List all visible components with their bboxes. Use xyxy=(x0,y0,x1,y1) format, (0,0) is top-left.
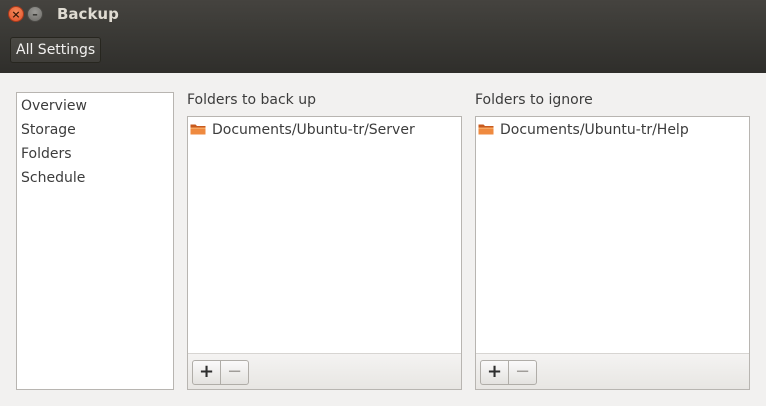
backup-folders-list: Documents/Ubuntu-tr/Server + − xyxy=(187,116,462,390)
close-window-button[interactable]: × xyxy=(8,6,24,22)
backup-folder-label: Documents/Ubuntu-tr/Server xyxy=(212,122,415,138)
header-toolbar: All Settings xyxy=(0,28,766,73)
ignore-folder-item[interactable]: Documents/Ubuntu-tr/Help xyxy=(478,119,689,141)
window-title: Backup xyxy=(57,5,119,23)
sidebar-item-folders[interactable]: Folders xyxy=(17,142,173,166)
ignore-list-toolbar: + − xyxy=(476,353,749,389)
backup-folders-heading: Folders to back up xyxy=(187,92,316,108)
folder-icon xyxy=(478,123,494,135)
add-ignore-folder-button[interactable]: + xyxy=(480,360,509,385)
backup-list-toolbar: + − xyxy=(188,353,461,389)
all-settings-button[interactable]: All Settings xyxy=(10,37,102,63)
remove-backup-folder-button[interactable]: − xyxy=(220,360,249,385)
sidebar-item-storage[interactable]: Storage xyxy=(17,118,173,142)
ignore-folder-label: Documents/Ubuntu-tr/Help xyxy=(500,122,689,138)
remove-ignore-folder-button[interactable]: − xyxy=(508,360,537,385)
ignore-folders-heading: Folders to ignore xyxy=(475,92,593,108)
folder-icon xyxy=(190,123,206,135)
sidebar: Overview Storage Folders Schedule xyxy=(16,92,174,390)
minimize-window-button[interactable]: – xyxy=(27,6,43,22)
sidebar-item-overview[interactable]: Overview xyxy=(17,94,173,118)
add-backup-folder-button[interactable]: + xyxy=(192,360,221,385)
title-bar: × – Backup xyxy=(0,0,766,28)
backup-window: × – Backup All Settings Overview Storage… xyxy=(0,0,766,406)
backup-folder-item[interactable]: Documents/Ubuntu-tr/Server xyxy=(190,119,415,141)
sidebar-item-schedule[interactable]: Schedule xyxy=(17,166,173,190)
ignore-folders-list: Documents/Ubuntu-tr/Help + − xyxy=(475,116,750,390)
